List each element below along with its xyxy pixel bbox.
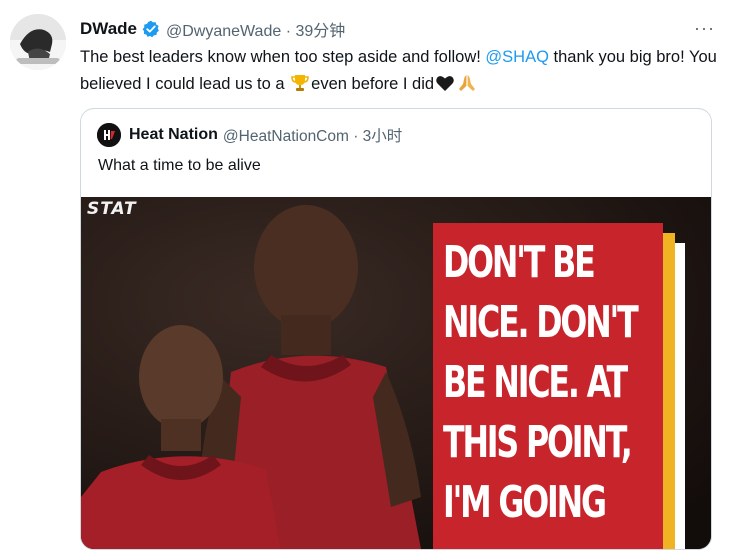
quoted-tweet-card[interactable]: Heat Nation @HeatNationCom · 3小时 What a … [80,108,712,550]
tweet-text-part1: The best leaders know when too step asid… [80,48,486,66]
author-handle-time[interactable]: @DwyaneWade · 39分钟 [166,17,345,41]
avatar[interactable] [10,14,66,70]
poster-line-1: DON'T BE [443,237,596,288]
folded-hands-icon [457,73,477,102]
tweet-text: The best leaders know when too step asid… [80,44,720,102]
poster-line-2: NICE. DON'T [443,297,639,348]
poster-line-4: THIS POINT, [443,417,633,468]
heat-nation-avatar[interactable] [97,123,121,147]
black-heart-icon [435,73,455,102]
poster-line-5: I'M GOING [443,477,607,528]
author-name[interactable]: DWade [80,19,137,39]
quoted-author-name[interactable]: Heat Nation [129,126,218,144]
quoted-tweet-image[interactable]: STAT DON'T BE NICE. DON'T BE NICE. AT TH… [81,197,711,549]
quoted-author-handle-time[interactable]: @HeatNationCom · 3小时 [223,124,402,146]
quoted-tweet-text: What a time to be alive [98,157,261,174]
stat-watermark: STAT [87,199,137,219]
poster-stripe-gold [663,233,675,549]
trophy-icon [290,73,310,102]
poster-line-3: BE NICE. AT [443,357,628,408]
mention-link[interactable]: @SHAQ [485,48,549,66]
more-options-button[interactable]: ··· [694,18,715,39]
verified-badge-icon [142,20,160,38]
tweet-header: DWade @DwyaneWade · 39分钟 ··· [80,16,715,42]
poster-stripe-white [675,243,685,549]
quoted-tweet-header: Heat Nation @HeatNationCom · 3小时 [97,123,402,147]
tweet-text-part3: even before I did [311,75,435,93]
avatar-image [10,14,66,70]
